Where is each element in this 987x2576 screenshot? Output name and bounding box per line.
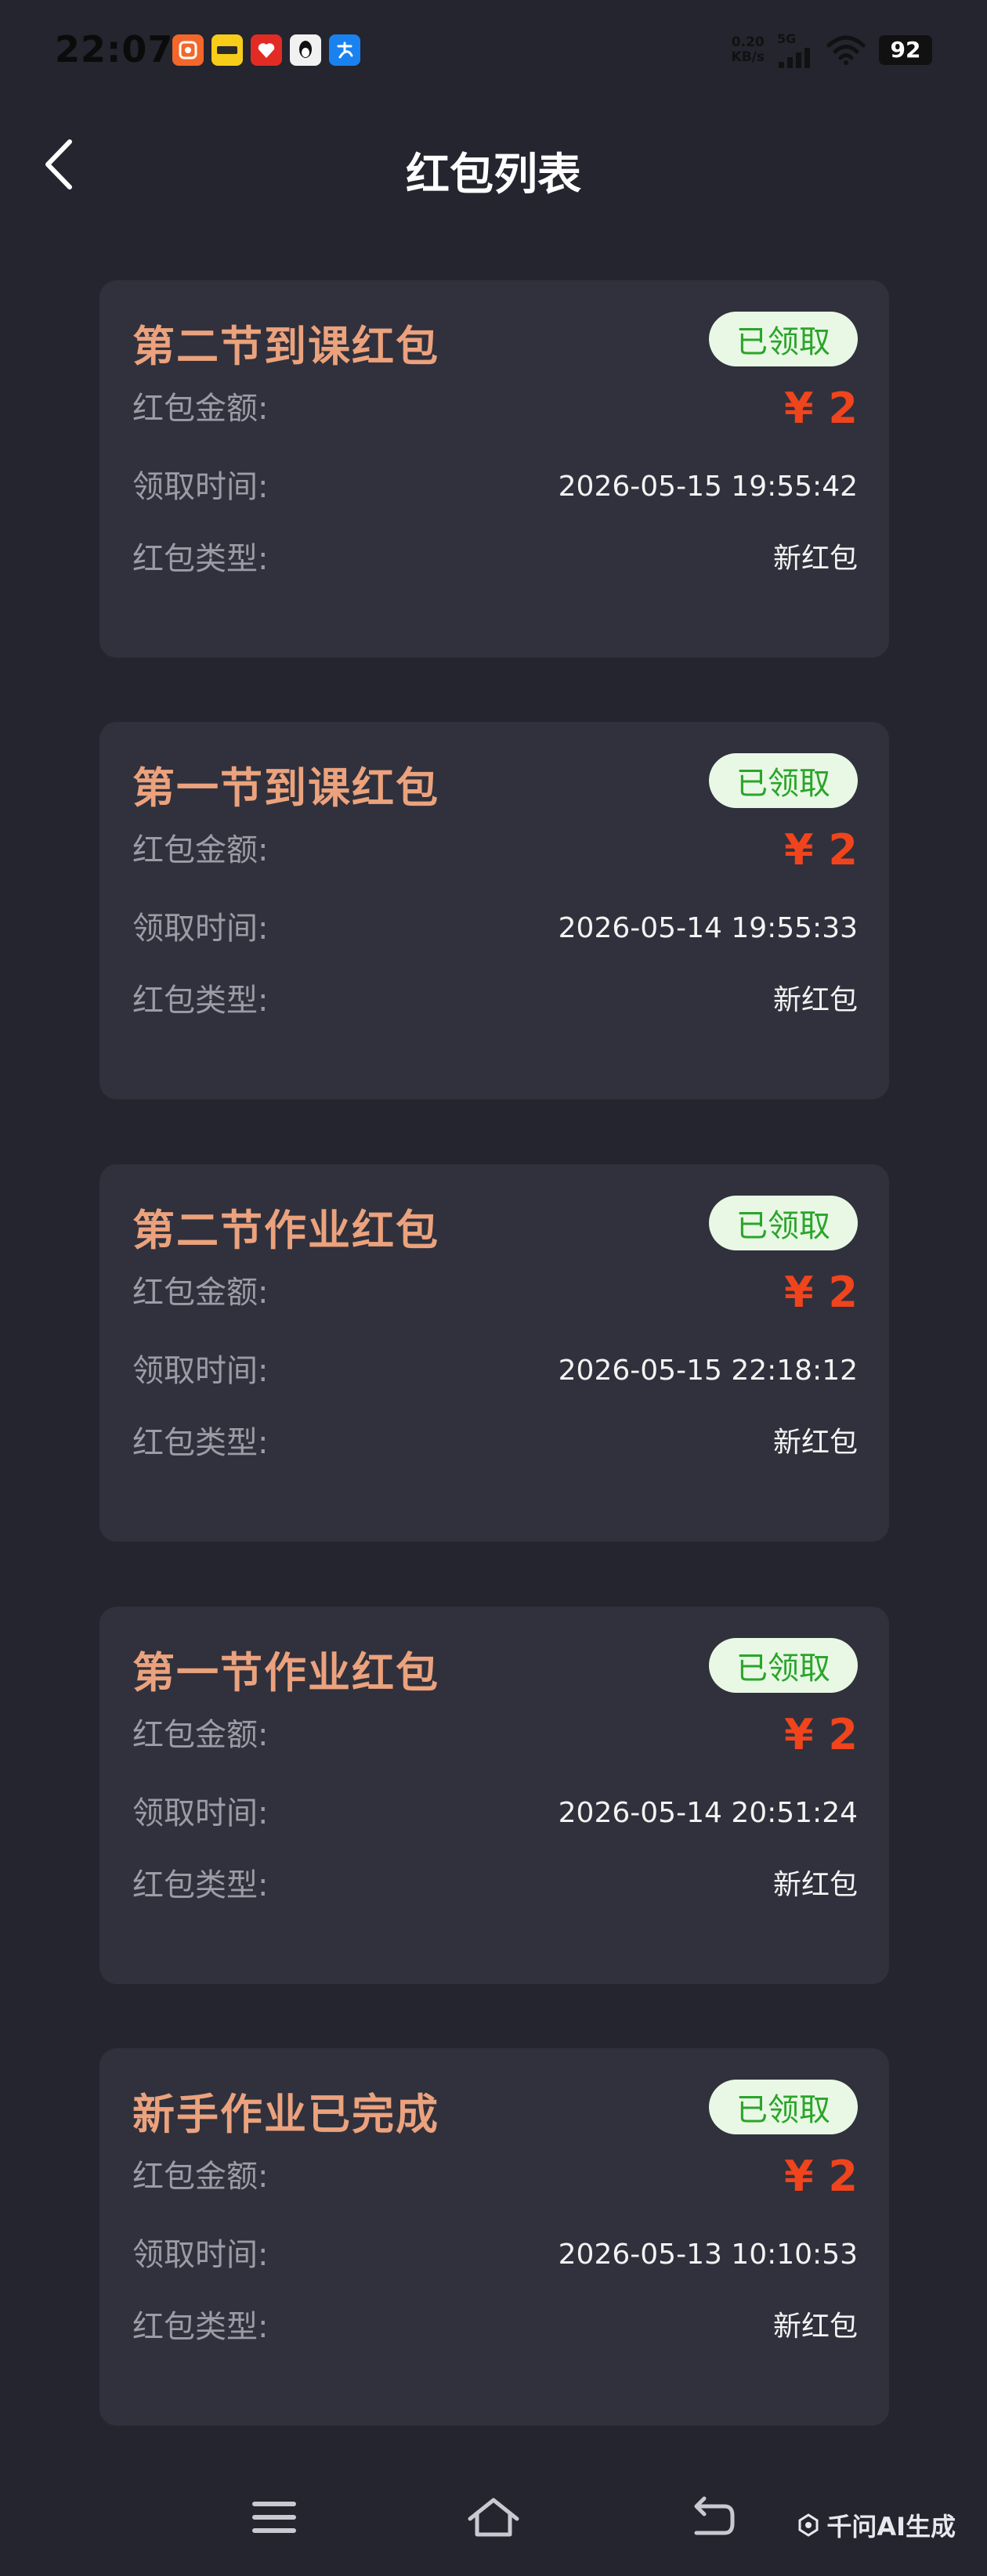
system-nav-bar: 千问AI生成 [0,2466,987,2576]
type-label: 红包类型: [132,541,269,577]
amount-label: 红包金额: [132,2159,269,2195]
type-row: 红包类型: 新红包 [132,1420,858,1467]
amount-row: 红包金额: ¥ 2 [132,385,858,432]
type-label: 红包类型: [132,2309,269,2345]
type-value: 新红包 [772,1427,858,1459]
status-time: 22:07 [55,28,174,70]
time-label: 领取时间: [132,2237,269,2273]
time-value: 2026-05-15 22:18:12 [558,1355,858,1387]
pinduoduo-app-icon [251,34,282,66]
type-row: 红包类型: 新红包 [132,1862,858,1909]
amount-label: 红包金额: [132,832,269,868]
status-indicators: 0.20 KB/s 5G 92 [732,31,932,68]
home-button[interactable] [458,2482,529,2553]
type-label: 红包类型: [132,1867,269,1903]
time-value: 2026-05-13 10:10:53 [558,2239,858,2271]
wifi-icon [826,35,866,65]
battery-indicator: 92 [879,34,932,65]
cellular-signal-icon [779,48,810,68]
type-row: 红包类型: 新红包 [132,536,858,583]
signal-type-label: 5G [777,31,797,46]
amount-row: 红包金额: ¥ 2 [132,2153,858,2200]
type-row: 红包类型: 新红包 [132,2304,858,2351]
red-packet-card[interactable]: 第一节作业红包 已领取 红包金额: ¥ 2 领取时间: 2026-05-14 2… [99,1607,889,1984]
back-arrow-icon [694,2496,735,2535]
type-value: 新红包 [772,2311,858,2343]
time-value: 2026-05-14 20:51:24 [558,1797,858,1829]
qianwen-logo-icon [798,2513,819,2537]
status-badge: 已领取 [709,1638,858,1693]
menu-icon [252,2502,296,2533]
network-speed-value: 0.20 [731,34,765,50]
time-row: 领取时间: 2026-05-14 19:55:33 [132,905,858,952]
status-badge: 已领取 [709,2080,858,2134]
type-value: 新红包 [772,984,858,1016]
alipay-app-icon [329,34,360,66]
status-badge: 已领取 [709,1196,858,1250]
taobao-app-icon [172,34,204,66]
page-title: 红包列表 [406,150,581,200]
time-label: 领取时间: [132,469,269,505]
time-value: 2026-05-14 19:55:33 [558,912,858,944]
amount-label: 红包金额: [132,1717,269,1753]
menu-button[interactable] [239,2482,309,2553]
amount-row: 红包金额: ¥ 2 [132,827,858,874]
page-header: 红包列表 [0,117,987,211]
amount-label: 红包金额: [132,391,269,427]
red-packet-card[interactable]: 第二节到课红包 已领取 红包金额: ¥ 2 领取时间: 2026-05-15 1… [99,280,889,658]
phone-screen: 22:07 0.20 KB/s 5G 92 红包列表 第二节到课红包 已领取 红… [0,0,987,2576]
time-label: 领取时间: [132,1795,269,1831]
ai-watermark: 千问AI生成 [797,2507,956,2543]
network-speed-unit: KB/s [731,49,765,65]
type-label: 红包类型: [132,983,269,1019]
amount-row: 红包金额: ¥ 2 [132,1712,858,1759]
red-packet-card[interactable]: 第一节到课红包 已领取 红包金额: ¥ 2 领取时间: 2026-05-14 1… [99,722,889,1099]
time-row: 领取时间: 2026-05-15 22:18:12 [132,1348,858,1394]
amount-value: ¥ 2 [784,384,858,433]
amount-row: 红包金额: ¥ 2 [132,1269,858,1316]
card-title: 新手作业已完成 [132,2090,439,2139]
home-icon [468,2498,519,2537]
type-row: 红包类型: 新红包 [132,977,858,1024]
amount-label: 红包金额: [132,1275,269,1311]
amount-value: ¥ 2 [784,1268,858,1317]
card-title: 第一节到课红包 [132,763,439,813]
meituan-app-icon [212,34,243,66]
time-label: 领取时间: [132,1353,269,1389]
card-title: 第一节作业红包 [132,1648,439,1697]
time-value: 2026-05-15 19:55:42 [558,471,858,503]
type-label: 红包类型: [132,1425,269,1461]
time-row: 领取时间: 2026-05-14 20:51:24 [132,1790,858,1837]
red-packet-card[interactable]: 第二节作业红包 已领取 红包金额: ¥ 2 领取时间: 2026-05-15 2… [99,1164,889,1542]
notification-icons [172,34,360,66]
qq-app-icon [290,34,321,66]
time-row: 领取时间: 2026-05-13 10:10:53 [132,2231,858,2278]
time-row: 领取时间: 2026-05-15 19:55:42 [132,464,858,511]
red-packet-card[interactable]: 新手作业已完成 已领取 红包金额: ¥ 2 领取时间: 2026-05-13 1… [99,2048,889,2426]
system-back-button[interactable] [677,2482,747,2553]
signal-indicator: 5G [777,31,813,68]
amount-value: ¥ 2 [784,1710,858,1759]
watermark-text: 千问AI生成 [826,2512,956,2542]
amount-value: ¥ 2 [784,2152,858,2201]
status-bar: 22:07 0.20 KB/s 5G 92 [0,0,987,102]
type-value: 新红包 [772,543,858,575]
network-speed: 0.20 KB/s [731,34,765,65]
card-title: 第二节作业红包 [132,1206,439,1255]
status-badge: 已领取 [709,753,858,808]
type-value: 新红包 [772,1869,858,1901]
amount-value: ¥ 2 [784,825,858,875]
status-badge: 已领取 [709,312,858,366]
card-title: 第二节到课红包 [132,322,439,371]
time-label: 领取时间: [132,911,269,947]
